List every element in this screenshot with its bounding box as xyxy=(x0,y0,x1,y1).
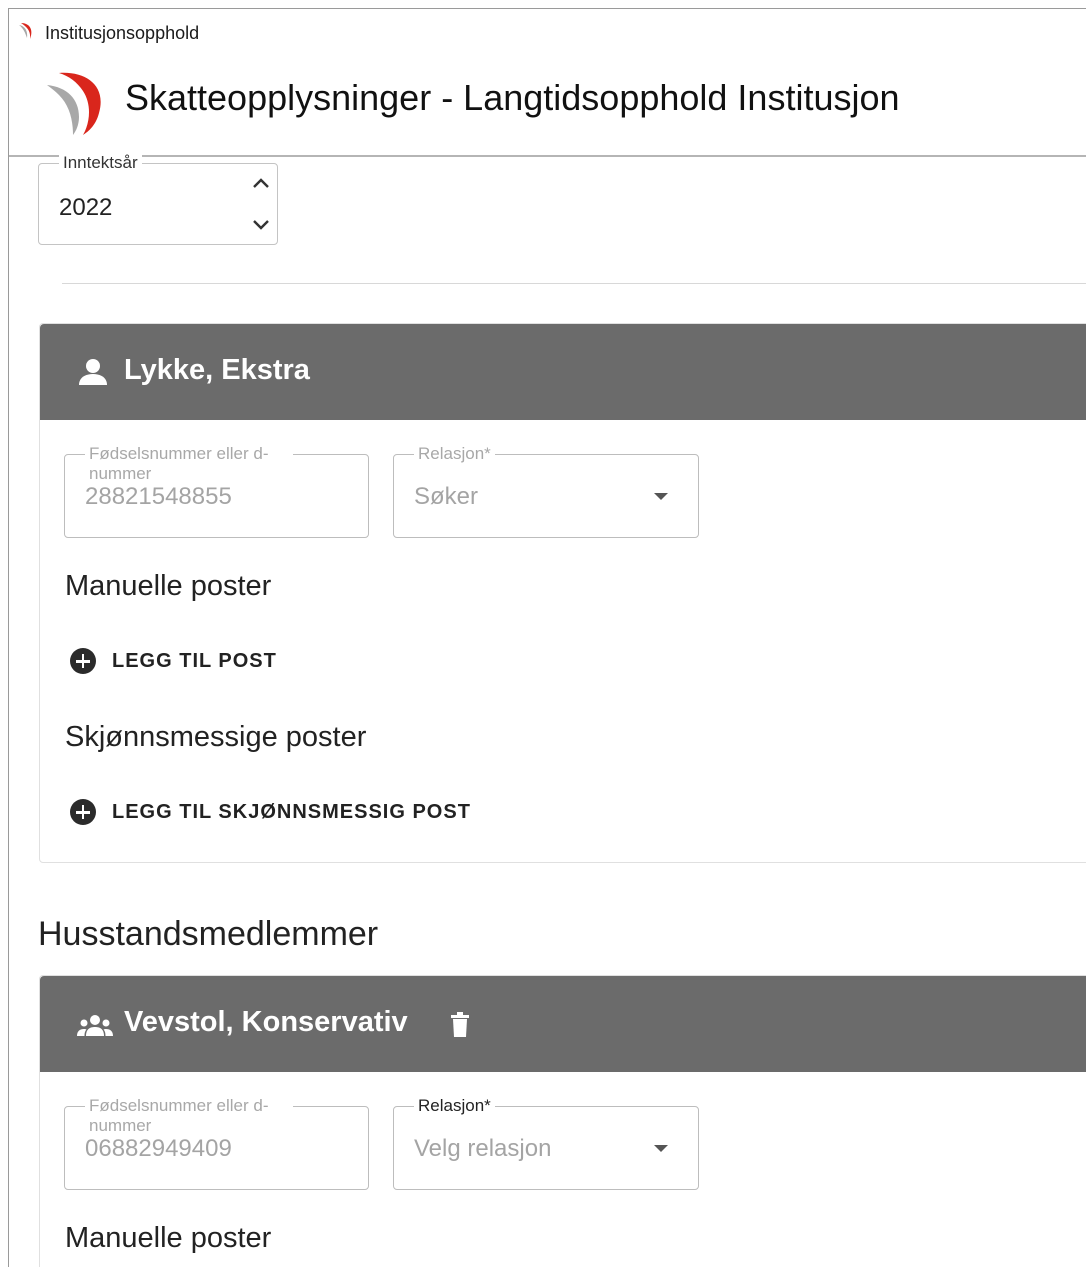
applicant-name: Lykke, Ekstra xyxy=(124,354,310,386)
divider xyxy=(62,283,1086,284)
app-window: Institusjonsopphold Skatteopplysninger -… xyxy=(8,8,1086,1267)
household-member-id-label: Fødselsnummer eller d-nummer xyxy=(85,1096,293,1136)
household-member-relation-placeholder[interactable]: Velg relasjon xyxy=(414,1135,551,1163)
dropdown-arrow-icon[interactable] xyxy=(654,493,668,500)
person-icon xyxy=(79,359,107,385)
trash-icon[interactable] xyxy=(450,1012,470,1038)
add-circle-icon xyxy=(70,648,96,674)
title-bar: Institusjonsopphold xyxy=(9,9,1086,53)
applicant-card-header: Lykke, Ekstra xyxy=(40,324,1086,420)
applicant-id-label: Fødselsnummer eller d-nummer xyxy=(85,444,293,484)
applicant-relation-value[interactable]: Søker xyxy=(414,483,478,511)
window-title: Institusjonsopphold xyxy=(45,23,200,43)
income-year-value[interactable]: 2022 xyxy=(59,194,112,222)
chevron-down-icon[interactable] xyxy=(249,214,273,236)
applicant-id-field[interactable]: Fødselsnummer eller d-nummer 28821548855 xyxy=(64,444,369,538)
manual-posts-title: Manuelle poster xyxy=(65,570,272,602)
applicant-relation-label: Relasjon* xyxy=(414,444,495,464)
household-member-name: Vevstol, Konservativ xyxy=(124,1006,408,1038)
group-icon xyxy=(77,1015,113,1036)
discretionary-posts-title: Skjønnsmessige poster xyxy=(65,721,367,753)
household-member-card: Vevstol, Konservativ Fødselsnummer eller… xyxy=(39,975,1086,1267)
add-circle-icon xyxy=(70,799,96,825)
household-members-title: Husstandsmedlemmer xyxy=(38,915,379,953)
applicant-relation-select[interactable]: Relasjon* Søker xyxy=(393,444,699,538)
applicant-card: Lykke, Ekstra Fødselsnummer eller d-numm… xyxy=(39,323,1086,863)
chevron-up-icon[interactable] xyxy=(249,172,273,194)
app-logo xyxy=(47,72,101,135)
household-member-card-header: Vevstol, Konservativ xyxy=(40,976,1086,1072)
dropdown-arrow-icon[interactable] xyxy=(654,1145,668,1152)
income-year-field[interactable]: Inntektsår 2022 xyxy=(38,153,278,245)
add-discretionary-post-label: LEGG TIL SKJØNNSMESSIG POST xyxy=(112,801,471,823)
household-member-relation-select[interactable]: Relasjon* Velg relasjon xyxy=(393,1096,699,1190)
household-member-id-value[interactable]: 06882949409 xyxy=(85,1135,232,1163)
household-manual-posts-title: Manuelle poster xyxy=(65,1222,272,1254)
applicant-id-value[interactable]: 28821548855 xyxy=(85,483,232,511)
household-member-id-field[interactable]: Fødselsnummer eller d-nummer 06882949409 xyxy=(64,1096,369,1190)
app-header: Skatteopplysninger - Langtidsopphold Ins… xyxy=(9,53,1086,157)
household-member-relation-label: Relasjon* xyxy=(414,1096,495,1116)
income-year-label: Inntektsår xyxy=(59,153,142,173)
add-post-label: LEGG TIL POST xyxy=(112,650,277,672)
app-logo-icon xyxy=(19,23,32,39)
page-title: Skatteopplysninger - Langtidsopphold Ins… xyxy=(125,77,900,118)
